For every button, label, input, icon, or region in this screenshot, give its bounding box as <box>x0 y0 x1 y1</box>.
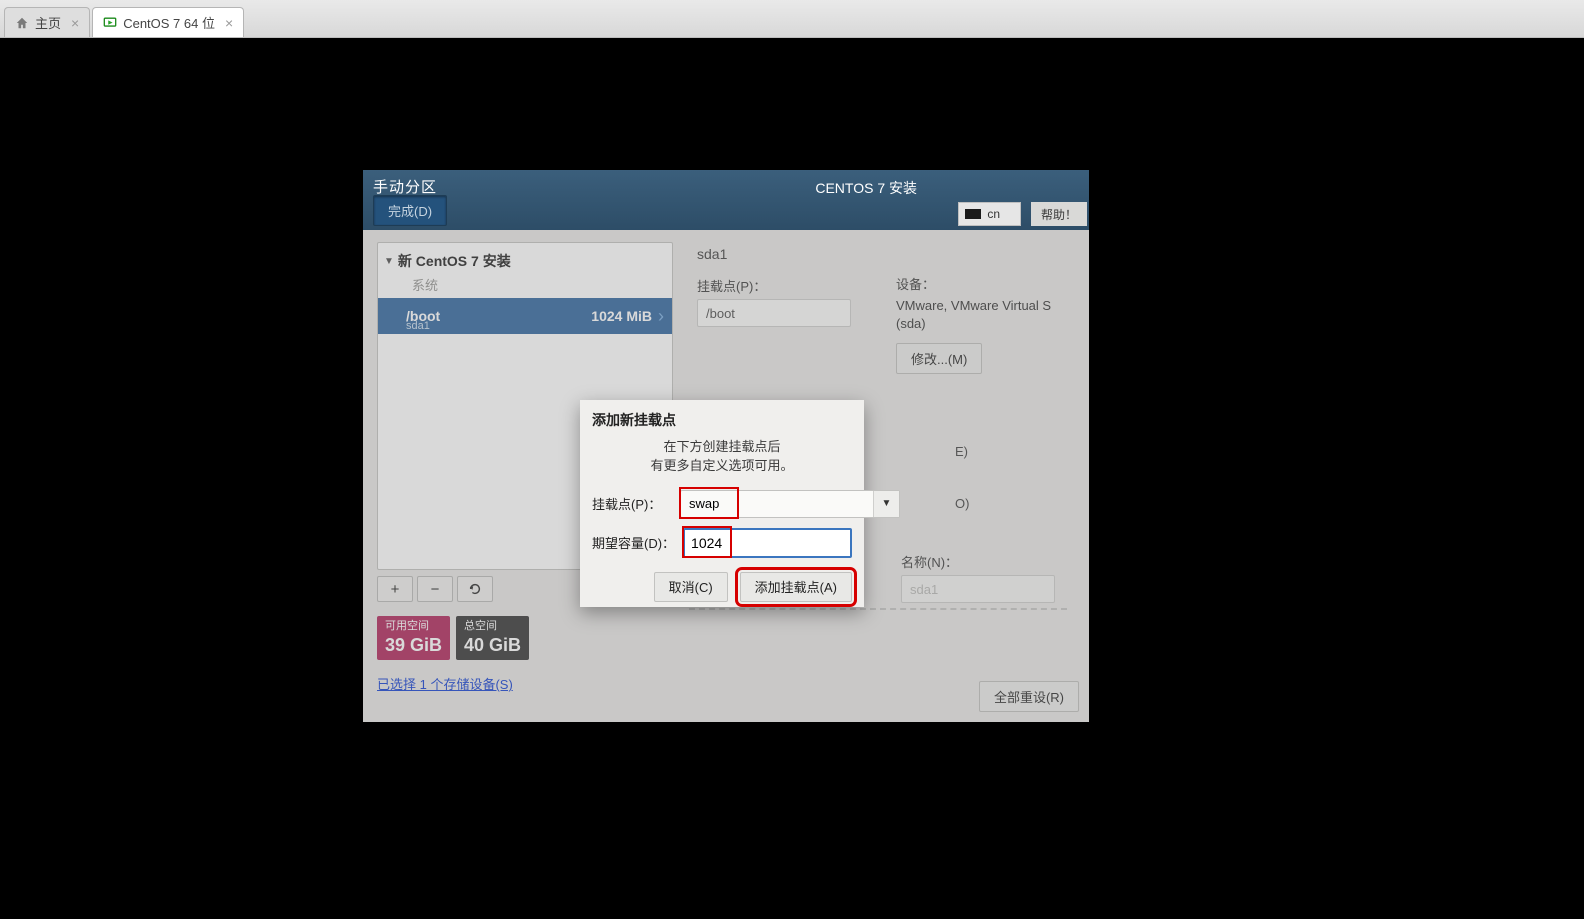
mount-input[interactable] <box>697 299 851 327</box>
add-partition-button[interactable]: + <box>377 576 413 602</box>
reload-icon <box>468 582 482 596</box>
name-group: 名称(N)： <box>901 552 1055 603</box>
dialog-text: 在下方创建挂载点后 有更多自定义选项可用。 <box>592 438 852 476</box>
name-input <box>901 575 1055 603</box>
dialog-mount-label: 挂载点(P)： <box>592 494 672 513</box>
keyboard-icon <box>965 209 981 219</box>
detail-title: sda1 <box>697 246 1075 262</box>
tab-home-label: 主页 <box>35 13 61 32</box>
chevron-down-icon[interactable]: ▼ <box>873 491 899 517</box>
device-section: 设备： VMware, VMware Virtual S (sda) 修改...… <box>896 274 1051 374</box>
dialog-title: 添加新挂载点 <box>592 410 852 430</box>
device-name: VMware, VMware Virtual S <box>896 297 1051 315</box>
installer-title: CENTOS 7 安装 <box>815 178 917 198</box>
remove-partition-button[interactable]: − <box>417 576 453 602</box>
available-space-value: 39 GiB <box>385 634 442 657</box>
device-label: 设备： <box>896 274 1051 293</box>
installer-header: 手动分区 完成(D) CENTOS 7 安装 cn 帮助！ <box>363 170 1089 230</box>
installer-body: ▼ 新 CentOS 7 安装 系统 /boot sda1 1024 MiB ›… <box>363 230 1089 722</box>
cancel-button[interactable]: 取消(C) <box>654 572 728 602</box>
available-space: 可用空间 39 GiB <box>377 616 450 660</box>
modify-button[interactable]: 修改...(M) <box>896 343 982 374</box>
keyboard-layout: cn <box>987 207 1000 221</box>
tree-root-label: 新 CentOS 7 安装 <box>398 251 511 271</box>
expected-e-remnant: E) <box>955 444 968 459</box>
done-button[interactable]: 完成(D) <box>373 195 447 226</box>
page-title: 手动分区 <box>373 176 1079 197</box>
partition-size: 1024 MiB <box>591 308 658 324</box>
add-mountpoint-dialog: 添加新挂载点 在下方创建挂载点后 有更多自定义选项可用。 挂载点(P)： ▼ 期… <box>580 400 864 607</box>
vm-console-stage: 手动分区 完成(D) CENTOS 7 安装 cn 帮助！ ▼ 新 CentOS… <box>0 38 1584 919</box>
tree-system-label: 系统 <box>378 275 672 298</box>
monitor-icon <box>103 16 117 30</box>
close-icon[interactable]: × <box>221 15 233 31</box>
available-space-label: 可用空间 <box>385 620 442 634</box>
device-dev: (sda) <box>896 315 1051 333</box>
dialog-capacity-label: 期望容量(D)： <box>592 533 675 552</box>
close-icon[interactable]: × <box>67 15 79 31</box>
host-tabbar: 主页 × CentOS 7 64 位 × <box>0 0 1584 38</box>
keyboard-indicator[interactable]: cn <box>958 202 1021 226</box>
tab-vm-label: CentOS 7 64 位 <box>123 13 215 32</box>
dialog-mount-combo[interactable]: ▼ <box>680 490 900 518</box>
storage-selected-link[interactable]: 已选择 1 个存储设备(S) <box>377 674 513 693</box>
vm-window: 手动分区 完成(D) CENTOS 7 安装 cn 帮助！ ▼ 新 CentOS… <box>363 170 1089 722</box>
tab-home[interactable]: 主页 × <box>4 7 90 37</box>
help-button[interactable]: 帮助！ <box>1031 202 1087 226</box>
total-space-value: 40 GiB <box>464 634 521 657</box>
dialog-mount-input[interactable] <box>681 491 873 517</box>
dialog-capacity-input[interactable] <box>683 528 852 558</box>
tab-vm[interactable]: CentOS 7 64 位 × <box>92 7 244 37</box>
reload-button[interactable] <box>457 576 493 602</box>
chevron-right-icon: › <box>658 306 664 327</box>
divider <box>689 608 1067 610</box>
add-mountpoint-button[interactable]: 添加挂载点(A) <box>740 572 852 602</box>
total-space: 总空间 40 GiB <box>456 616 529 660</box>
reset-all-button[interactable]: 全部重设(R) <box>979 681 1079 712</box>
space-summary: 可用空间 39 GiB 总空间 40 GiB <box>377 616 683 660</box>
expected-o-remnant: O) <box>955 496 969 511</box>
disclosure-icon: ▼ <box>384 256 394 267</box>
name-label: 名称(N)： <box>901 552 1055 571</box>
partition-row-boot[interactable]: /boot sda1 1024 MiB › <box>378 298 672 334</box>
tree-root[interactable]: ▼ 新 CentOS 7 安装 <box>378 243 672 275</box>
partition-device: sda1 <box>406 320 430 332</box>
home-icon <box>15 16 29 30</box>
total-space-label: 总空间 <box>464 620 521 634</box>
